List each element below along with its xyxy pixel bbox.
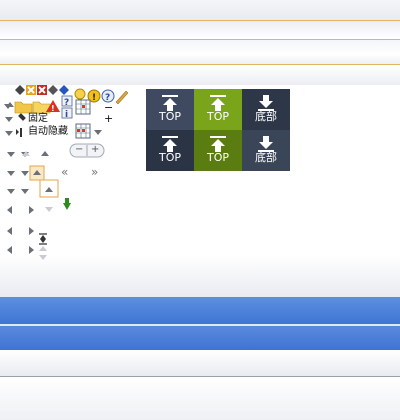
dropdown-arrow-2[interactable] — [5, 131, 13, 136]
up-arrow-highlighted[interactable] — [33, 170, 41, 175]
arrow-up-bar-icon — [210, 136, 226, 152]
right-arrow-2[interactable] — [29, 227, 34, 235]
header-band-4 — [0, 65, 400, 85]
scroll-button-label: TOP — [158, 151, 181, 164]
folder-icon — [14, 101, 33, 114]
up-arrow-1[interactable] — [41, 151, 49, 156]
autohide-icon — [20, 128, 22, 137]
toolbar-icon-sprite: ! ? ! ? i — [4, 85, 129, 245]
arrow-up-bar-icon — [210, 95, 226, 111]
up-arrow-light — [22, 151, 30, 156]
lightbulb-icon — [74, 88, 86, 100]
arrow-up-bar-icon — [162, 136, 178, 152]
scroll-button-label: 底部 — [255, 151, 277, 164]
svg-text:i: i — [65, 110, 68, 120]
pencil-icon — [115, 90, 129, 105]
blue-bar-1 — [0, 297, 400, 324]
zoom-minus-button[interactable]: − — [75, 144, 83, 156]
dropdown-arrow-8[interactable] — [21, 189, 29, 194]
plus-button[interactable]: + — [104, 113, 113, 125]
down-arrow-small-light — [39, 255, 47, 260]
down-arrow-light — [45, 207, 53, 212]
scroll-bottom-button-2[interactable]: 底部 — [242, 130, 290, 171]
dropdown-arrow-6[interactable] — [21, 171, 29, 176]
diamond-dark-icon — [48, 85, 58, 95]
left-arrow-3[interactable] — [7, 246, 12, 254]
scroll-button-label: TOP — [206, 151, 229, 164]
right-arrow-1[interactable] — [29, 206, 34, 214]
green-down-arrow-icon — [63, 203, 71, 210]
nav-forward-button[interactable]: » — [91, 166, 98, 178]
table-dropdown-arrow-1[interactable] — [94, 130, 102, 135]
scroll-bottom-button-1[interactable]: 底部 — [242, 89, 290, 130]
left-arrow-1[interactable] — [7, 206, 12, 214]
header-band-2 — [0, 21, 400, 40]
right-arrow-3[interactable] — [29, 246, 34, 254]
header-band-3 — [0, 40, 400, 65]
pin-icon — [18, 113, 26, 121]
dropdown-arrow-3[interactable] — [7, 152, 15, 157]
dropdown-arrow-7[interactable] — [7, 189, 15, 194]
left-arrow-2[interactable] — [7, 227, 12, 235]
arrow-up-bar-icon — [162, 95, 178, 111]
dropdown-arrow-1[interactable] — [5, 117, 13, 122]
footer-band-1 — [0, 350, 400, 377]
diamond-icon — [15, 85, 25, 95]
autohide-label[interactable]: 自动隐藏 — [28, 126, 68, 138]
arrow-down-bar-icon — [258, 136, 274, 152]
dropdown-arrow-5[interactable] — [7, 171, 15, 176]
scroll-top-button-2[interactable]: TOP — [194, 89, 242, 130]
nav-back-button[interactable]: « — [61, 166, 68, 178]
scroll-top-button-1[interactable]: TOP — [146, 89, 194, 130]
footer-band-2 — [0, 377, 400, 420]
scroll-top-button-4[interactable]: TOP — [194, 130, 242, 171]
arrow-down-bar-icon — [258, 95, 274, 111]
scroll-button-label: 底部 — [255, 110, 277, 123]
scroll-top-button-3[interactable]: TOP — [146, 130, 194, 171]
scroll-button-grid: TOP TOP 底部 TOP TOP 底部 — [146, 89, 290, 171]
up-arrow-small-light — [39, 246, 47, 251]
pin-label[interactable]: 固定 — [28, 113, 48, 125]
svg-text:!: ! — [92, 93, 96, 103]
svg-text:?: ? — [64, 98, 69, 108]
blue-bar-2 — [0, 326, 400, 350]
diamond-blue-icon — [59, 85, 69, 95]
zoom-plus-button[interactable]: + — [91, 144, 99, 156]
up-arrow-active[interactable] — [45, 187, 53, 192]
header-band-1 — [0, 0, 400, 21]
up-arrow-top[interactable] — [6, 102, 14, 107]
scroll-button-label: TOP — [206, 110, 229, 123]
scroll-button-label: TOP — [158, 110, 181, 123]
svg-text:!: ! — [51, 104, 55, 113]
